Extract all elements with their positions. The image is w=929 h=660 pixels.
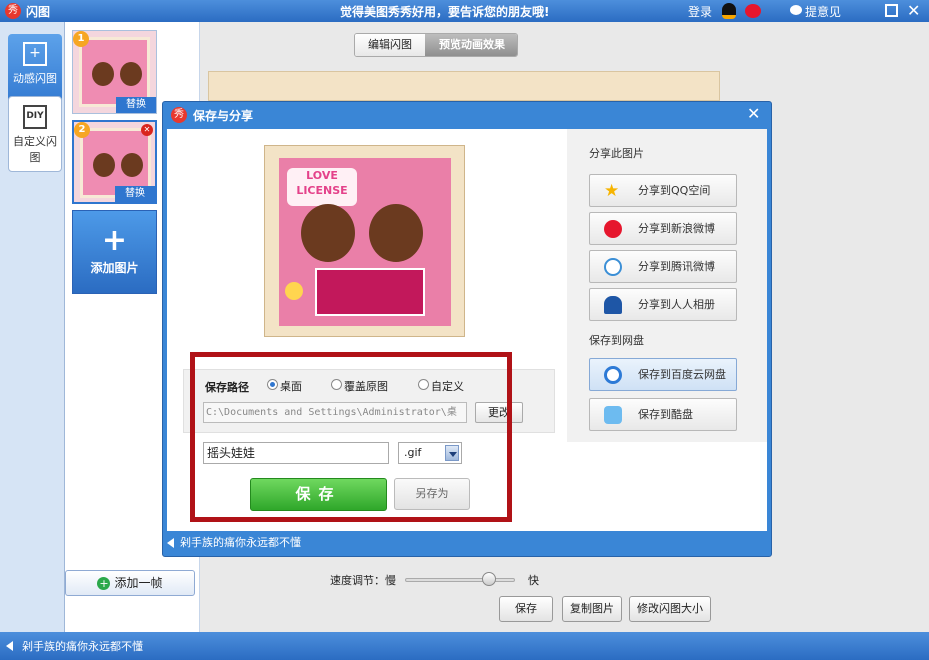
speed-slider-handle[interactable] — [482, 572, 496, 586]
dialog-title: 保存与分享 — [193, 109, 254, 123]
share-qzone-button[interactable]: ★ 分享到QQ空间 — [589, 174, 737, 207]
preview-panel — [315, 268, 425, 316]
close-window-icon[interactable]: ✕ — [907, 1, 920, 20]
share-sina-button[interactable]: 分享到新浪微博 — [589, 212, 737, 245]
frame-number-badge: 1 — [73, 31, 89, 47]
qzone-star-icon: ★ — [604, 181, 620, 201]
title-slogan: 觉得美图秀秀好用，要告诉您的朋友哦! — [340, 5, 550, 19]
thumbnail-figure — [93, 153, 115, 177]
status-text[interactable]: 剁手族的痛你永远都不懂 — [22, 638, 143, 654]
save-kupan-label: 保存到酷盘 — [638, 408, 693, 421]
app-window: 秀 闪图 觉得美图秀秀好用，要告诉您的朋友哦! 登录 提意见 ✕ + 动感闪图 … — [0, 0, 929, 660]
save-button[interactable]: 保存 — [499, 596, 553, 622]
animated-icon: + — [23, 42, 47, 66]
tab-animated-label: 动感闪图 — [13, 72, 57, 85]
copy-image-button[interactable]: 复制图片 — [562, 596, 622, 622]
speed-slider[interactable] — [405, 578, 515, 582]
add-image-button[interactable]: + 添加图片 — [72, 210, 157, 294]
tab-preview[interactable]: 预览动画效果 — [425, 34, 517, 56]
canvas-frame — [208, 71, 720, 101]
dialog-footer: 剁手族的痛你永远都不懂 — [167, 534, 301, 550]
tab-custom-label: 自定义闪图 — [13, 135, 57, 164]
speaker-icon[interactable] — [6, 641, 13, 651]
speed-label: 速度调节：慢 — [330, 574, 396, 587]
thumbnail-figure — [120, 62, 142, 86]
thumbnail-figure — [121, 153, 143, 177]
add-image-label: 添加图片 — [90, 261, 139, 275]
plus-circle-icon: + — [97, 577, 111, 590]
cloud-heading: 保存到网盘 — [589, 334, 644, 347]
add-frame-label: 添加一帧 — [114, 576, 163, 590]
tencent-weibo-icon — [604, 258, 622, 276]
diy-icon: DIY — [23, 105, 47, 129]
replace-button[interactable]: 替换 — [116, 97, 156, 113]
share-heading: 分享此图片 — [589, 147, 644, 160]
save-baidu-label: 保存到百度云网盘 — [638, 368, 726, 381]
save-kupan-button[interactable]: 保存到酷盘 — [589, 398, 737, 431]
feedback-link[interactable]: 提意见 — [805, 3, 841, 20]
status-bar: 剁手族的痛你永远都不懂 — [0, 632, 929, 660]
save-share-dialog: 秀 保存与分享 ✕ LOVE LICENSE 保存路径 桌面 覆盖原图 自定义 … — [162, 101, 772, 557]
dialog-logo-icon: 秀 — [171, 107, 187, 123]
feedback-icon[interactable] — [790, 5, 802, 15]
tab-edit[interactable]: 编辑闪图 — [355, 34, 425, 56]
share-tencent-button[interactable]: 分享到腾讯微博 — [589, 250, 737, 283]
dialog-footer-text[interactable]: 剁手族的痛你永远都不懂 — [180, 536, 301, 549]
baidu-cloud-icon — [604, 366, 622, 384]
sina-weibo-icon — [604, 220, 622, 238]
kupan-icon — [604, 406, 622, 424]
highlight-box — [190, 352, 512, 522]
share-tencent-label: 分享到腾讯微博 — [638, 260, 715, 273]
frame-thumbnail-1[interactable]: 1 替换 — [72, 30, 157, 114]
thumbnail-figure — [92, 62, 114, 86]
qq-icon[interactable] — [722, 3, 736, 19]
app-logo-icon: 秀 — [5, 3, 21, 19]
frame-thumbnail-2[interactable]: 2 ✕ 替换 — [72, 120, 157, 204]
preview-image: LOVE LICENSE — [279, 158, 451, 326]
plus-icon: + — [101, 223, 128, 258]
share-renren-button[interactable]: 分享到人人相册 — [589, 288, 737, 321]
preview-heart-decoration — [285, 282, 303, 300]
speaker-icon[interactable] — [167, 538, 174, 548]
share-renren-label: 分享到人人相册 — [638, 298, 715, 311]
share-qzone-label: 分享到QQ空间 — [638, 184, 711, 197]
mode-tabs: + 动感闪图 DIY 自定义闪图 — [0, 22, 65, 632]
frame-number-badge: 2 — [74, 122, 90, 138]
view-switcher: 编辑闪图 预览动画效果 — [354, 33, 518, 57]
save-baidu-button[interactable]: 保存到百度云网盘 — [589, 358, 737, 391]
preview-figure — [369, 204, 423, 262]
dialog-close-icon[interactable]: ✕ — [747, 104, 760, 123]
login-link[interactable]: 登录 — [688, 3, 712, 20]
share-sina-label: 分享到新浪微博 — [638, 222, 715, 235]
renren-icon — [604, 296, 622, 314]
preview-image-frame: LOVE LICENSE — [264, 145, 465, 337]
delete-frame-icon[interactable]: ✕ — [141, 124, 153, 136]
dialog-body: LOVE LICENSE 保存路径 桌面 覆盖原图 自定义 C:\Documen… — [167, 129, 767, 531]
speed-fast-label: 快 — [528, 574, 539, 587]
title-bar: 秀 闪图 觉得美图秀秀好用，要告诉您的朋友哦! 登录 提意见 ✕ — [0, 0, 929, 22]
share-panel-blank — [567, 442, 767, 531]
preview-banner: LOVE LICENSE — [287, 168, 357, 206]
window-title: 闪图 — [26, 5, 51, 19]
tab-custom[interactable]: DIY 自定义闪图 — [8, 96, 62, 172]
replace-button[interactable]: 替换 — [115, 186, 155, 202]
maximize-icon[interactable] — [885, 4, 898, 17]
preview-figure — [301, 204, 355, 262]
weibo-icon[interactable] — [745, 4, 761, 18]
add-frame-button[interactable]: + 添加一帧 — [65, 570, 195, 596]
resize-button[interactable]: 修改闪图大小 — [629, 596, 711, 622]
